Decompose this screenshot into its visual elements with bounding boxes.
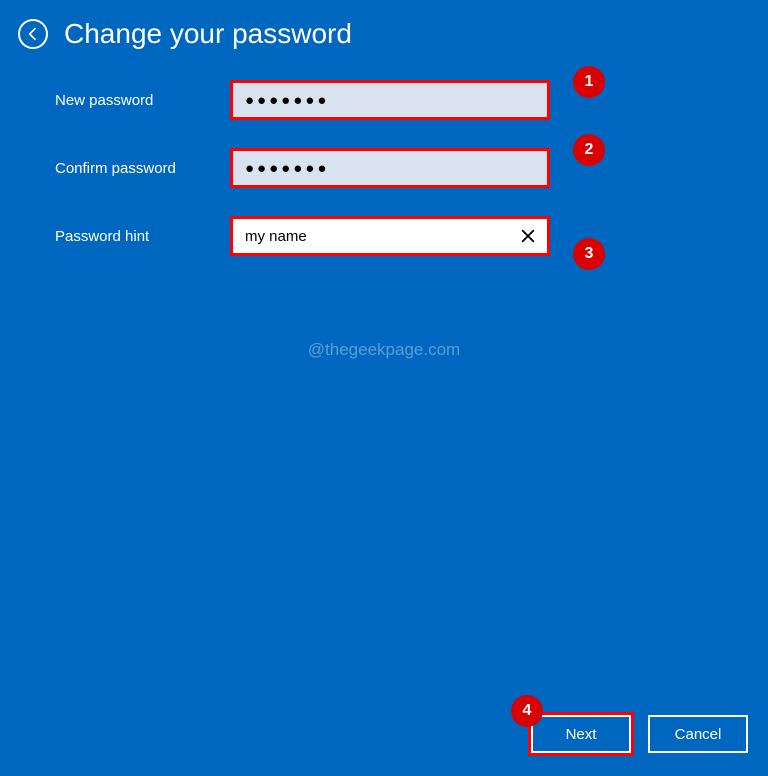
new-password-row: New password 1 (55, 80, 768, 120)
annotation-badge: 2 (573, 134, 605, 166)
arrow-left-icon (25, 26, 41, 42)
new-password-input[interactable] (233, 83, 547, 117)
password-hint-wrap (230, 216, 550, 256)
header: Change your password (0, 0, 768, 60)
cancel-button[interactable]: Cancel (648, 715, 748, 753)
confirm-password-label: Confirm password (55, 160, 230, 177)
password-hint-label: Password hint (55, 228, 230, 245)
new-password-label: New password (55, 92, 230, 109)
watermark: @thegeekpage.com (308, 340, 460, 360)
password-form: New password 1 Confirm password 2 Passwo… (0, 60, 768, 256)
next-button[interactable]: Next (531, 715, 631, 753)
page-title: Change your password (64, 18, 352, 50)
confirm-password-row: Confirm password 2 (55, 148, 768, 188)
next-button-wrap: 4 Next (528, 712, 634, 756)
new-password-wrap (230, 80, 550, 120)
close-icon (519, 227, 537, 245)
password-hint-input[interactable] (233, 219, 547, 253)
back-button[interactable] (18, 19, 48, 49)
footer: 4 Next Cancel (528, 712, 748, 756)
annotation-badge: 3 (573, 238, 605, 270)
confirm-password-wrap (230, 148, 550, 188)
password-hint-row: Password hint 3 (55, 216, 768, 256)
annotation-badge: 1 (573, 66, 605, 98)
annotation-badge: 4 (511, 695, 543, 727)
confirm-password-input[interactable] (233, 151, 547, 185)
clear-hint-button[interactable] (515, 223, 541, 249)
